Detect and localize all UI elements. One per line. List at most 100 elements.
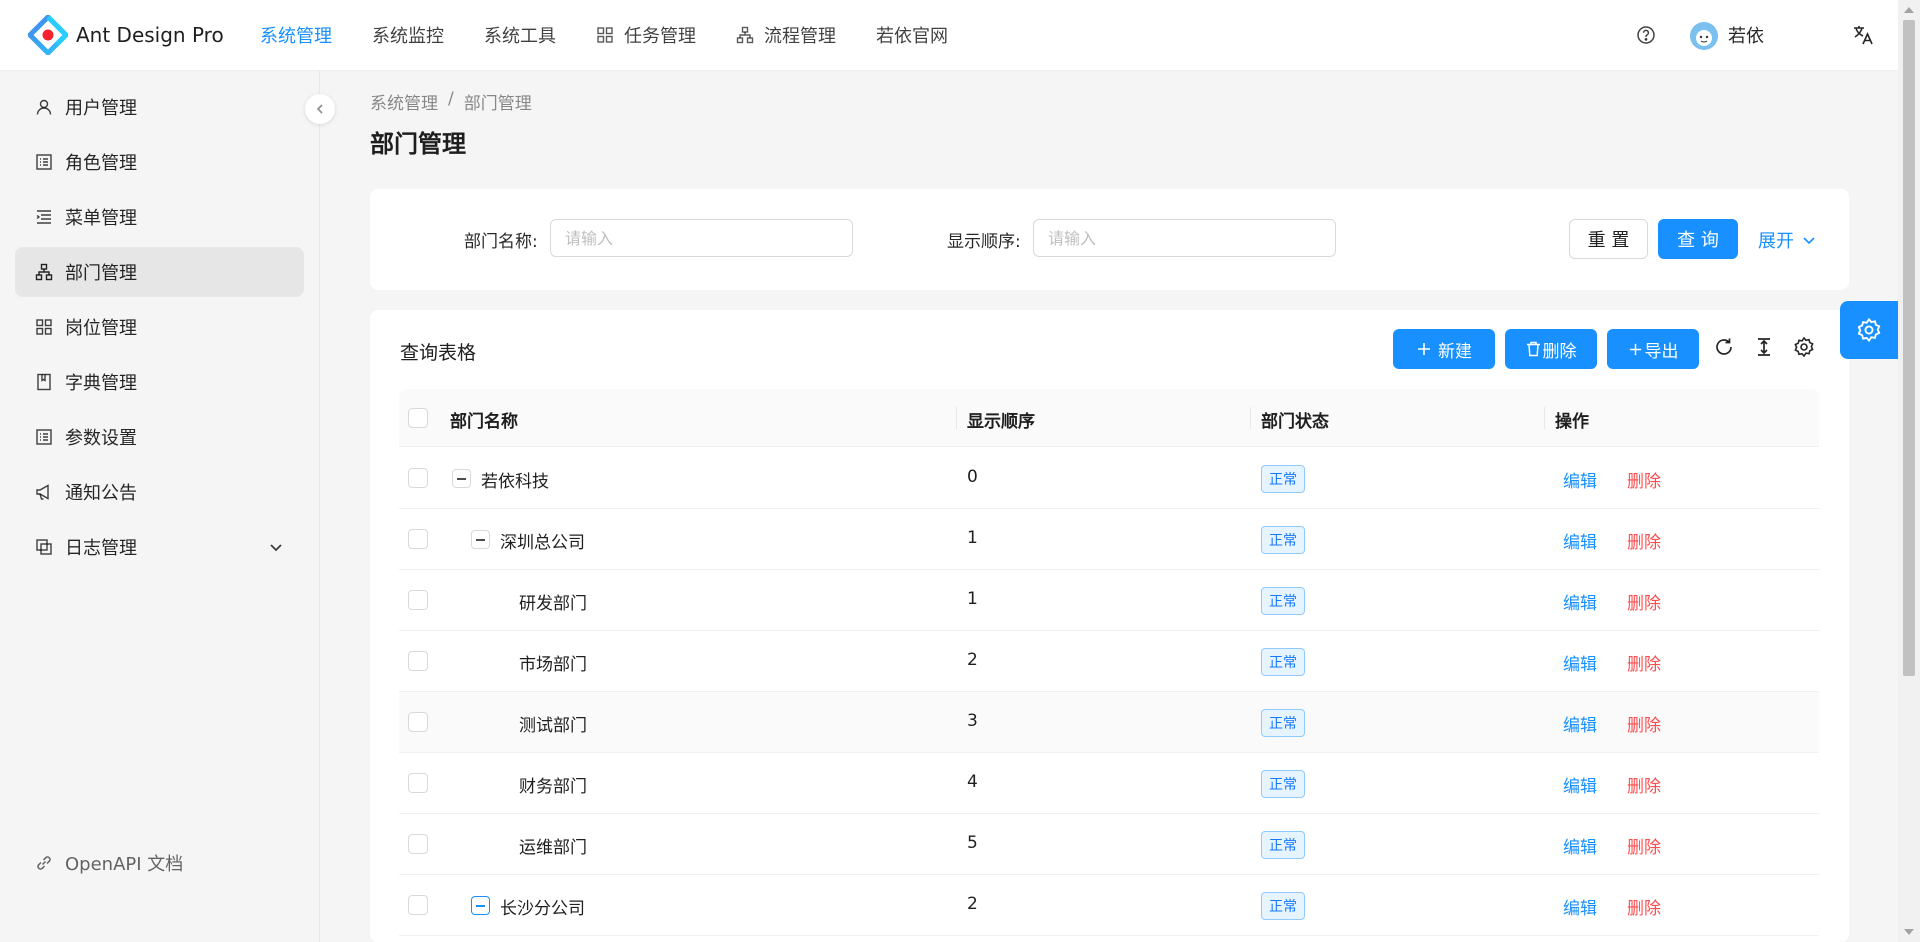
row-checkbox[interactable] [408,651,428,671]
table-row[interactable]: 运维部门 5 正常 编辑 删除 [399,814,1819,875]
export-button[interactable]: 导出 [1607,329,1699,369]
row-checkbox[interactable] [408,590,428,610]
tree-collapse-toggle[interactable] [471,530,490,549]
table-row[interactable]: 若依科技 0 正常 编辑 删除 [399,448,1819,509]
row-checkbox[interactable] [408,468,428,488]
reload-icon[interactable] [1713,336,1735,358]
topnav-item-tools[interactable]: 系统工具 [464,0,576,71]
column-header-status[interactable]: 部门状态 [1261,407,1329,432]
topnav-label: 系统监控 [372,26,444,47]
query-button-label: 查 询 [1677,230,1719,251]
table-row[interactable]: 长沙分公司 2 正常 编辑 删除 [399,875,1819,936]
edit-link[interactable]: 编辑 [1563,772,1597,797]
sidebar-item-users[interactable]: 用户管理 [15,82,304,132]
sidebar-item-openapi[interactable]: OpenAPI 文档 [15,838,304,888]
setting-icon[interactable] [1793,336,1815,358]
order-input[interactable] [1033,219,1336,257]
scroll-up-arrow-icon[interactable] [1903,5,1915,15]
delete-link[interactable]: 删除 [1627,528,1661,553]
edit-link[interactable]: 编辑 [1563,711,1597,736]
column-divider [1250,407,1251,429]
delete-link[interactable]: 删除 [1627,894,1661,919]
new-button[interactable]: 新建 [1393,329,1495,369]
row-checkbox[interactable] [408,773,428,793]
page-title: 部门管理 [370,130,466,158]
sidebar-collapse-button[interactable] [305,94,335,124]
username[interactable]: 若依 [1728,22,1764,48]
row-checkbox[interactable] [408,712,428,732]
sidebar-item-menus[interactable]: 菜单管理 [15,192,304,242]
sidebar-item-label: 岗位管理 [65,318,137,339]
sidebar-item-dicts[interactable]: 字典管理 [15,357,304,407]
sidebar-item-posts[interactable]: 岗位管理 [15,302,304,352]
tree-collapse-toggle[interactable] [452,469,471,488]
edit-link[interactable]: 编辑 [1563,467,1597,492]
edit-link[interactable]: 编辑 [1563,833,1597,858]
delete-link[interactable]: 删除 [1627,833,1661,858]
row-checkbox[interactable] [408,529,428,549]
sidebar-item-params[interactable]: 参数设置 [15,412,304,462]
row-checkbox[interactable] [408,834,428,854]
breadcrumb-parent[interactable]: 系统管理 [370,89,438,114]
table-row[interactable]: 研发部门 1 正常 编辑 删除 [399,570,1819,631]
tree-collapse-toggle[interactable] [471,896,490,915]
delete-link[interactable]: 删除 [1627,772,1661,797]
settings-drawer-button[interactable] [1840,301,1898,359]
sidebar-item-notices[interactable]: 通知公告 [15,467,304,517]
table-row[interactable]: 财务部门 4 正常 编辑 删除 [399,753,1819,814]
row-checkbox[interactable] [408,895,428,915]
delete-link[interactable]: 删除 [1627,711,1661,736]
topnav-item-monitor[interactable]: 系统监控 [352,0,464,71]
edit-link[interactable]: 编辑 [1563,589,1597,614]
sidebar-item-label: 用户管理 [65,98,137,119]
topnav-item-tasks[interactable]: 任务管理 [576,0,716,71]
scroll-down-arrow-icon[interactable] [1903,927,1915,937]
dept-name: 长沙分公司 [500,899,585,919]
logo[interactable]: Ant Design Pro [28,15,240,55]
table-row[interactable]: 市场部门 2 正常 编辑 删除 [399,631,1819,692]
notification-icon [36,484,49,500]
translate-icon[interactable] [1852,24,1874,46]
topnav-label: 系统管理 [260,26,332,47]
dept-order: 2 [967,894,978,914]
topnav-item-flow[interactable]: 流程管理 [716,0,856,71]
sidebar-item-logs[interactable]: 日志管理 [15,522,304,572]
avatar[interactable] [1690,22,1718,50]
top-header: Ant Design Pro 系统管理 系统监控 系统工具 任务管理 流程管理 [0,0,1898,71]
dept-name-input[interactable] [550,219,853,257]
sidebar-item-roles[interactable]: 角色管理 [15,137,304,187]
sidebar-item-label: 日志管理 [65,538,137,559]
plus-icon [1418,343,1430,355]
column-header-name[interactable]: 部门名称 [450,407,518,432]
sidebar-item-departments[interactable]: 部门管理 [15,247,304,297]
edit-link[interactable]: 编辑 [1563,650,1597,675]
select-all-checkbox[interactable] [408,408,428,428]
setting-icon [1857,317,1881,343]
reset-button-label: 重 置 [1587,230,1630,251]
delete-link[interactable]: 删除 [1627,589,1661,614]
column-height-icon[interactable] [1753,336,1775,358]
chevron-down-icon [1803,237,1815,245]
edit-link[interactable]: 编辑 [1563,894,1597,919]
ant-design-logo-icon [28,15,68,55]
expand-link[interactable]: 展开 [1758,227,1816,253]
scrollbar-thumb[interactable] [1903,20,1915,676]
delete-link[interactable]: 删除 [1627,650,1661,675]
topnav-item-website[interactable]: 若依官网 [856,0,968,71]
table-card: 查询表格 新建 删除 导出 部门名称 显示顺序 部门状态 操作 若依科技 0 正… [370,310,1849,942]
reset-button[interactable]: 重 置 [1569,219,1648,259]
sidebar-item-label: 字典管理 [65,373,137,394]
new-button-label: 新建 [1438,341,1472,362]
question-circle-icon[interactable] [1636,25,1656,45]
profile-icon [36,154,52,170]
delete-button[interactable]: 删除 [1505,329,1597,369]
table-title: 查询表格 [400,342,477,364]
edit-link[interactable]: 编辑 [1563,528,1597,553]
table-row[interactable]: 深圳总公司 1 正常 编辑 删除 [399,509,1819,570]
query-button[interactable]: 查 询 [1658,219,1738,259]
table-row[interactable]: 测试部门 3 正常 编辑 删除 [399,692,1819,753]
topnav-item-system[interactable]: 系统管理 [240,0,352,71]
dept-name: 研发部门 [519,594,587,614]
delete-link[interactable]: 删除 [1627,467,1661,492]
column-header-order[interactable]: 显示顺序 [967,407,1035,432]
